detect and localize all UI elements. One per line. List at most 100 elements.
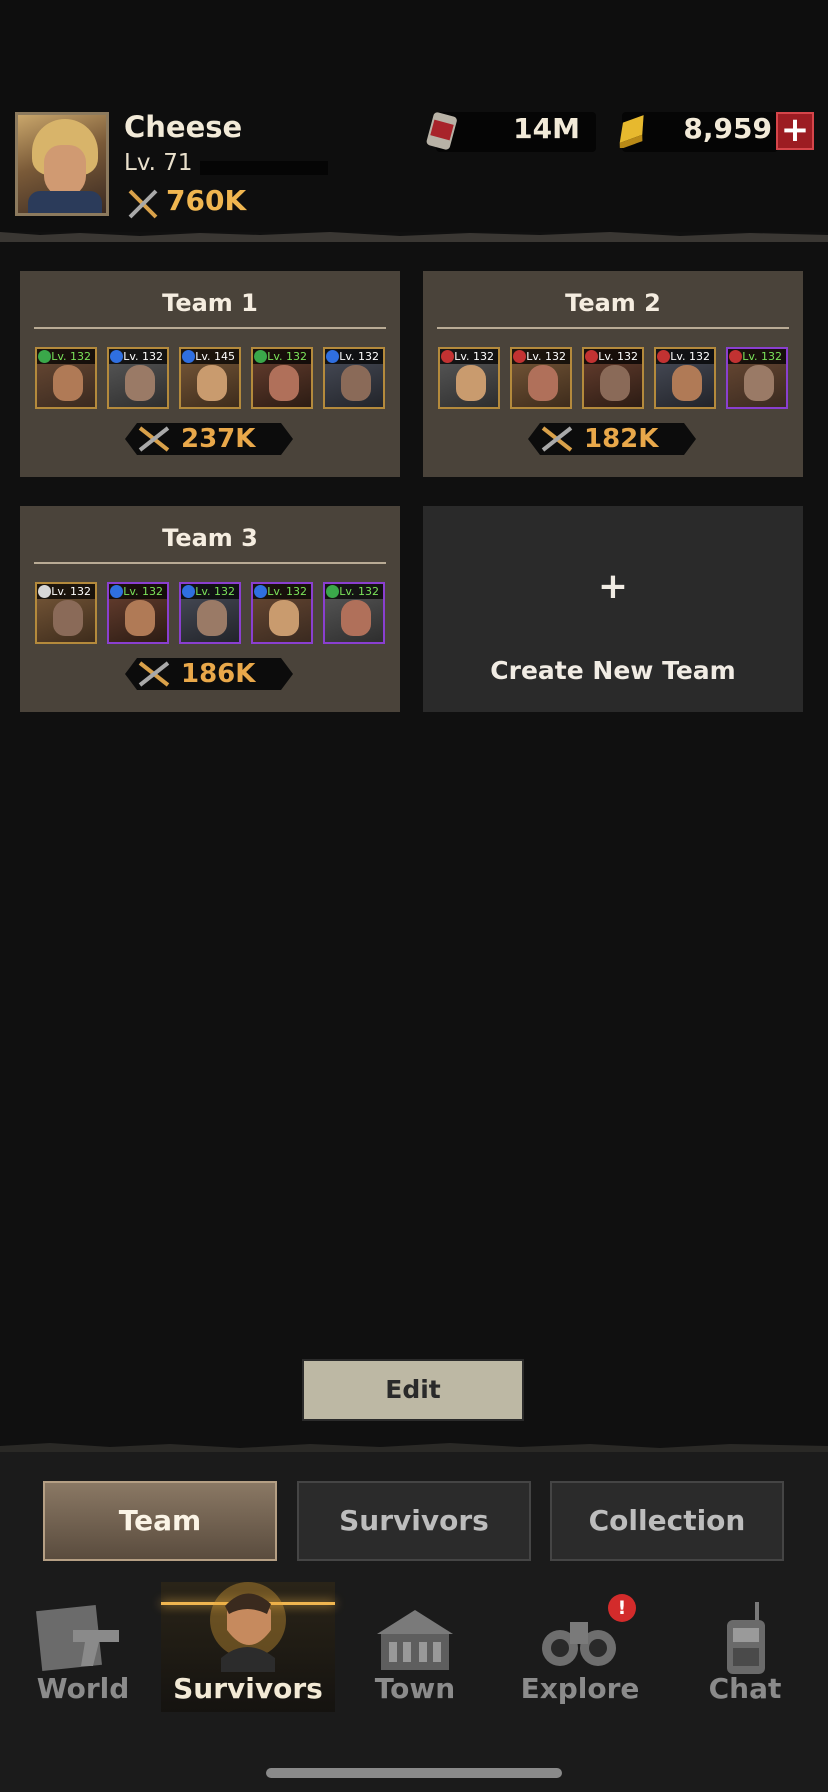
team-power-badge: 186K — [125, 658, 293, 690]
faction-icon — [110, 585, 123, 598]
team-member-portrait[interactable]: Lv. 132 — [726, 347, 788, 409]
team-divider — [34, 562, 386, 564]
survivor-face — [197, 365, 227, 401]
faction-icon — [110, 350, 123, 363]
faction-icon — [657, 350, 670, 363]
mansion-icon — [377, 1610, 453, 1670]
team-member-portrait[interactable]: Lv. 145 — [179, 347, 241, 409]
faction-icon — [38, 585, 51, 598]
team-power-value: 237K — [181, 424, 256, 454]
team-member-portrait[interactable]: Lv. 132 — [107, 347, 169, 409]
survivor-face — [341, 600, 371, 636]
crossed-swords-icon — [137, 660, 171, 688]
faction-icon — [513, 350, 526, 363]
survivor-face — [528, 365, 558, 401]
faction-icon — [729, 350, 742, 363]
nav-world[interactable]: World — [0, 1582, 166, 1712]
crossed-swords-icon — [137, 425, 171, 453]
bottom-navigation: World Survivors Town Explore Chat — [0, 1582, 828, 1732]
subtab-survivors[interactable]: Survivors — [297, 1481, 531, 1561]
team-card-3[interactable]: Team 3 Lv. 132 Lv. 132 Lv. 132 Lv. 132 Lv. 1… — [20, 506, 400, 712]
plus-icon: + — [597, 566, 629, 607]
player-avatar[interactable] — [15, 112, 109, 216]
team-title: Team 2 — [565, 289, 661, 317]
crossed-swords-icon — [128, 189, 158, 219]
nav-label: World — [36, 1672, 130, 1705]
nav-label: Town — [374, 1672, 456, 1705]
team-power-value: 182K — [584, 424, 659, 454]
crossed-swords-icon — [540, 425, 574, 453]
team-member-portrait[interactable]: Lv. 132 — [654, 347, 716, 409]
add-currency-button[interactable]: + — [776, 112, 814, 150]
survivor-face — [744, 365, 774, 401]
nav-town[interactable]: Town — [332, 1582, 498, 1712]
team-member-portrait[interactable]: Lv. 132 — [251, 582, 313, 644]
team-member-portrait[interactable]: Lv. 132 — [438, 347, 500, 409]
faction-icon — [585, 350, 598, 363]
top-bar: Cheese Lv. 71 760K 14M 8,959 + — [0, 0, 828, 242]
nav-label: Survivors — [173, 1672, 323, 1705]
nav-label: Explore — [520, 1672, 640, 1705]
avatar-scarf — [28, 191, 102, 213]
team-member-portrait[interactable]: Lv. 132 — [35, 582, 97, 644]
team-member-portrait[interactable]: Lv. 132 — [510, 347, 572, 409]
player-name: Cheese — [124, 110, 243, 144]
survivor-face — [53, 365, 83, 401]
walkie-talkie-icon — [727, 1602, 765, 1674]
survivor-face — [125, 365, 155, 401]
team-member-portrait[interactable]: Lv. 132 — [323, 582, 385, 644]
faction-icon — [326, 350, 339, 363]
nav-chat[interactable]: Chat — [662, 1582, 828, 1712]
subtab-team[interactable]: Team — [43, 1481, 277, 1561]
survivor-face — [341, 365, 371, 401]
team-member-portrait[interactable]: Lv. 132 — [251, 347, 313, 409]
faction-icon — [38, 350, 51, 363]
survivor-face — [600, 365, 630, 401]
survivor-face — [53, 600, 83, 636]
team-power-value: 186K — [181, 659, 256, 689]
subtab-collection[interactable]: Collection — [550, 1481, 784, 1561]
team-member-portrait[interactable]: Lv. 132 — [323, 347, 385, 409]
team-member-portrait[interactable]: Lv. 132 — [35, 347, 97, 409]
team-member-portrait[interactable]: Lv. 132 — [582, 347, 644, 409]
faction-icon — [441, 350, 454, 363]
xp-bar — [200, 161, 328, 175]
faction-icon — [182, 585, 195, 598]
nav-label: Chat — [708, 1672, 782, 1705]
team-divider — [437, 327, 789, 329]
team-member-portrait[interactable]: Lv. 132 — [179, 582, 241, 644]
edit-button[interactable]: Edit — [302, 1359, 524, 1421]
survivor-face — [197, 600, 227, 636]
survivor-face — [672, 365, 702, 401]
avatar-face — [44, 145, 86, 197]
canned-food-icon — [426, 112, 457, 150]
team-card-2[interactable]: Team 2 Lv. 132 Lv. 132 Lv. 132 Lv. 132 Lv. 1… — [423, 271, 803, 477]
nav-survivors[interactable]: Survivors — [161, 1582, 335, 1712]
team-power-badge: 237K — [125, 423, 293, 455]
team-divider — [34, 327, 386, 329]
create-new-team-button[interactable]: + Create New Team — [423, 506, 803, 712]
gold-amount: 8,959 — [683, 112, 772, 145]
explore-alert-badge: ! — [608, 1594, 636, 1622]
player-level: Lv. 71 — [124, 150, 193, 176]
revolver-map-icon — [36, 1605, 119, 1671]
faction-icon — [182, 350, 195, 363]
home-indicator[interactable] — [266, 1768, 562, 1778]
faction-icon — [254, 585, 267, 598]
survivor-face — [269, 600, 299, 636]
survivor-face — [125, 600, 155, 636]
header-divider — [0, 232, 828, 242]
survivor-face — [456, 365, 486, 401]
survivor-face — [269, 365, 299, 401]
food-amount: 14M — [513, 112, 580, 145]
team-card-1[interactable]: Team 1 Lv. 132 Lv. 132 Lv. 145 Lv. 132 Lv. 1… — [20, 271, 400, 477]
team-member-portrait[interactable]: Lv. 132 — [107, 582, 169, 644]
survivor-portrait-icon — [210, 1582, 286, 1672]
gold-bar-icon — [619, 115, 644, 148]
nav-explore[interactable]: Explore — [497, 1582, 663, 1712]
create-team-label: Create New Team — [490, 656, 736, 685]
team-title: Team 3 — [162, 524, 258, 552]
team-power-badge: 182K — [528, 423, 696, 455]
faction-icon — [254, 350, 267, 363]
player-power: 760K — [166, 184, 247, 217]
